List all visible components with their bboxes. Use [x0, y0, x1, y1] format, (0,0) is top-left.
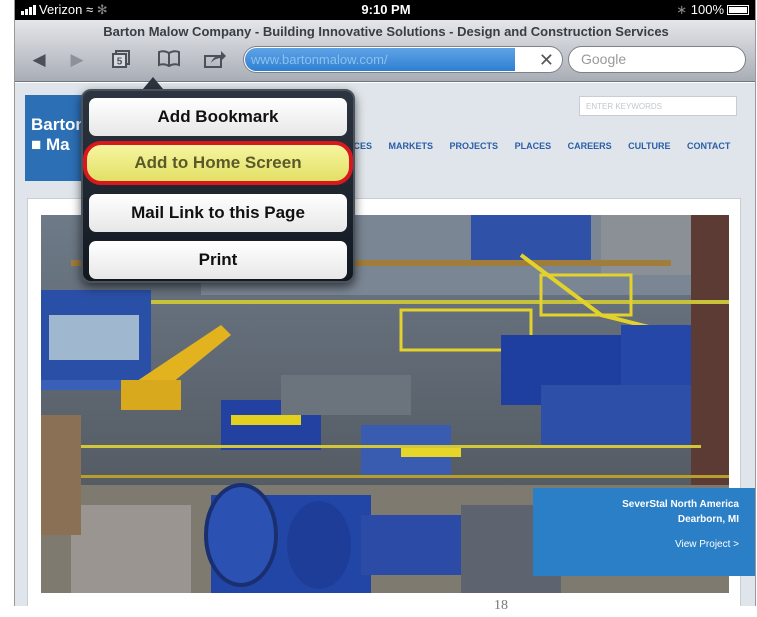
ipad-screen: Verizon ≈ ✻ 9:10 PM ∗ 100% Barton Malow …	[14, 0, 756, 606]
tab-count: 5	[117, 57, 123, 68]
search-input[interactable]: Google	[568, 46, 746, 73]
clear-icon[interactable]: ✕	[539, 48, 554, 72]
logo-line-1: Barton	[31, 115, 86, 134]
add-bookmark-button[interactable]: Add Bookmark	[89, 98, 347, 136]
battery-percent: 100%	[690, 2, 724, 17]
nav-item-markets[interactable]: MARKETS	[389, 141, 434, 151]
project-callout[interactable]: SeverStal North America Dearborn, MI Vie…	[533, 488, 755, 576]
view-project-link[interactable]: View Project >	[533, 537, 739, 552]
page-title: Barton Malow Company - Building Innovati…	[103, 24, 669, 39]
add-to-home-screen-button[interactable]: Add to Home Screen	[83, 141, 353, 185]
nav-item-projects[interactable]: PROJECTS	[450, 141, 499, 151]
forward-icon[interactable]: ▶	[63, 49, 91, 71]
battery-icon	[727, 5, 749, 15]
back-icon[interactable]: ◀	[25, 49, 53, 71]
site-logo[interactable]: Barton ■ Ma	[25, 95, 86, 181]
project-location: Dearborn, MI	[677, 514, 739, 525]
share-icon[interactable]	[201, 49, 229, 71]
project-name: SeverStal North America	[622, 499, 739, 510]
slide-number: 18	[494, 598, 508, 613]
tabs-icon[interactable]: 5	[107, 49, 135, 71]
status-bar: Verizon ≈ ✻ 9:10 PM ∗ 100%	[15, 0, 755, 20]
keyword-search-input[interactable]: ENTER KEYWORDS	[579, 96, 737, 116]
bookmarks-icon[interactable]	[155, 49, 183, 71]
print-button[interactable]: Print	[89, 241, 347, 279]
nav-item-contact[interactable]: CONTACT	[687, 141, 730, 151]
site-nav: VICES MARKETS PROJECTS PLACES CAREERS CU…	[345, 141, 744, 151]
url-field[interactable]: www.bartonmalow.com/ ✕	[243, 46, 563, 73]
nav-item-careers[interactable]: CAREERS	[568, 141, 612, 151]
mail-link-button[interactable]: Mail Link to this Page	[89, 194, 347, 232]
nav-item-places[interactable]: PLACES	[515, 141, 552, 151]
share-menu-popover: Add Bookmark Add to Home Screen Mail Lin…	[81, 89, 355, 283]
bluetooth-icon: ∗	[676, 2, 688, 17]
clock: 9:10 PM	[361, 2, 411, 17]
url-text[interactable]: www.bartonmalow.com/	[245, 48, 515, 71]
safari-toolbar: Barton Malow Company - Building Innovati…	[15, 20, 755, 82]
popover-arrow	[143, 77, 163, 89]
nav-item-culture[interactable]: CULTURE	[628, 141, 670, 151]
logo-square-icon: ■	[31, 135, 42, 154]
logo-line-2: Ma	[46, 135, 70, 154]
